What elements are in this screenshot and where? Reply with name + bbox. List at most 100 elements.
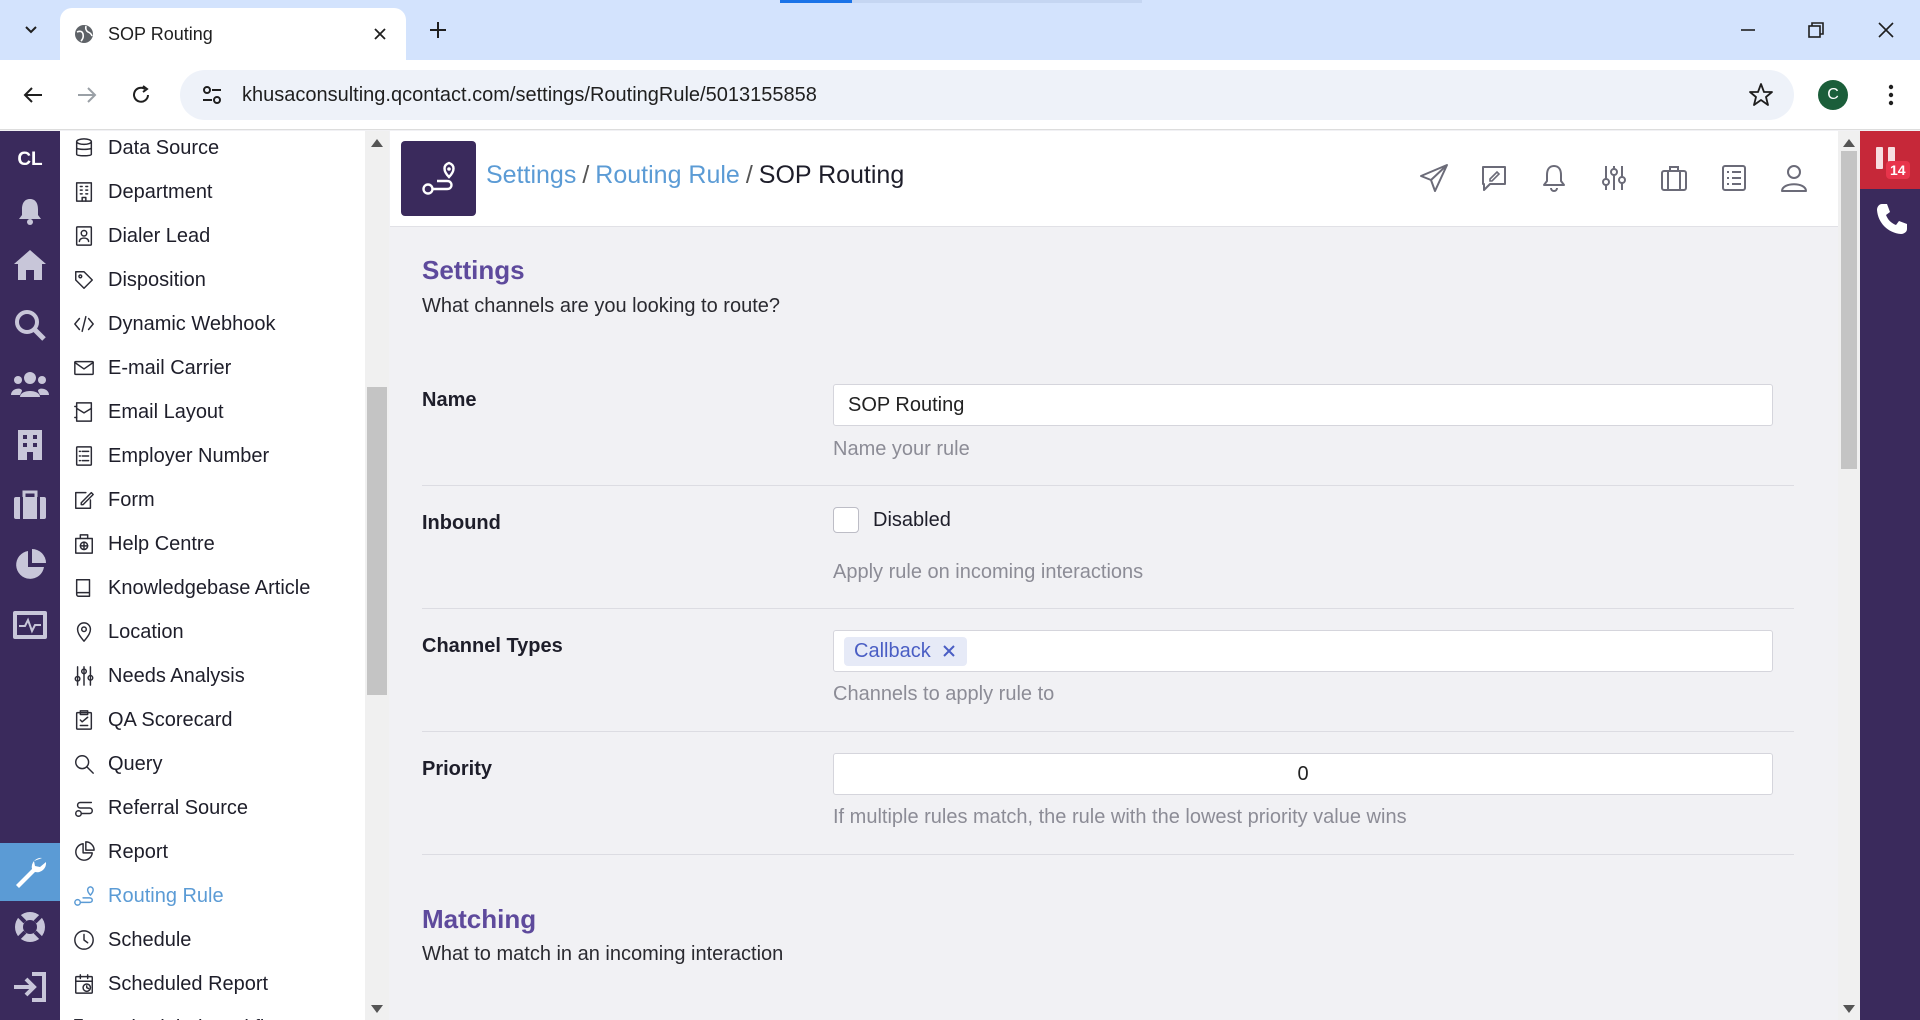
database-icon [72,136,96,160]
menu-item-referral-source[interactable]: Referral Source [60,786,365,830]
help-nav[interactable] [10,907,50,947]
search-nav[interactable] [10,305,50,345]
bookmark-star-icon[interactable] [1748,82,1774,108]
menu-item-form[interactable]: Form [60,478,365,522]
main-scroll-thumb[interactable] [1841,151,1857,469]
cases-button[interactable] [1657,161,1691,195]
bell-icon [19,199,41,225]
settings-nav[interactable] [0,843,60,901]
scroll-up-arrow[interactable] [1843,139,1855,147]
menu-item-dialer-lead[interactable]: Dialer Lead [60,214,365,258]
menu-item-label: Needs Analysis [108,664,245,687]
menu-item-location[interactable]: Location [60,610,365,654]
alerts-button[interactable] [1537,161,1571,195]
window-close-button[interactable] [1868,12,1904,48]
menu-item-department[interactable]: Department [60,170,365,214]
briefcase-icon [14,490,46,519]
menu-item-knowledgebase-article[interactable]: Knowledgebase Article [60,566,365,610]
menu-item-qa-scorecard[interactable]: QA Scorecard [60,698,365,742]
breadcrumb-settings[interactable]: Settings [486,161,576,189]
user-profile-button[interactable] [1777,161,1811,195]
building-icon [18,430,42,460]
back-button[interactable] [16,78,50,112]
notifications-nav[interactable] [10,191,50,231]
new-tab-button[interactable] [424,16,452,44]
restore-button[interactable] [1798,12,1834,48]
site-settings-icon[interactable] [200,83,224,107]
queue-alert[interactable]: 14 [1860,131,1920,189]
menu-item-employer-number[interactable]: Employer Number [60,434,365,478]
logout-nav[interactable] [10,967,50,1007]
divider [422,608,1794,609]
menu-item-email-layout[interactable]: Email Layout [60,390,365,434]
address-bar[interactable]: khusaconsulting.qcontact.com/settings/Ro… [180,70,1794,120]
list-icon [72,444,96,468]
channel-types-help: Channels to apply rule to [833,683,1055,705]
logout-icon [14,972,46,1002]
menu-item-label: Scheduled Report [108,972,269,995]
menu-item-scheduled-workflow[interactable]: Scheduled Workflow [60,1006,365,1020]
menu-item-scheduled-report[interactable]: Scheduled Report [60,962,365,1006]
menu-item-query[interactable]: Query [60,742,365,786]
scroll-down-arrow[interactable] [371,1005,383,1013]
channel-types-select[interactable]: Callback [833,630,1773,672]
scroll-up-arrow[interactable] [371,139,383,147]
dashboard-nav[interactable] [10,605,50,645]
active-tab[interactable]: SOP Routing [60,8,406,60]
menu-scroll-thumb[interactable] [367,387,387,695]
inbound-checkbox-label[interactable]: Disabled [873,509,951,532]
restore-icon [1808,22,1824,38]
scroll-down-arrow[interactable] [1843,1005,1855,1013]
chip-remove-button[interactable] [941,643,957,659]
menu-item-label: Routing Rule [108,884,224,907]
menu-item-e-mail-carrier[interactable]: E-mail Carrier [60,346,365,390]
cases-nav[interactable] [10,485,50,525]
search-icon [72,752,96,776]
priority-help: If multiple rules match, the rule with t… [833,806,1407,828]
tab-close-button[interactable] [368,22,392,46]
menu-item-dynamic-webhook[interactable]: Dynamic Webhook [60,302,365,346]
reports-nav[interactable] [10,545,50,585]
url-text[interactable]: khusaconsulting.qcontact.com/settings/Ro… [242,84,1748,107]
menu-item-data-source[interactable]: Data Source [60,131,365,170]
bell-icon [1543,165,1565,192]
tab-search-dropdown[interactable] [16,14,46,44]
notes-button[interactable] [1477,161,1511,195]
minimize-button[interactable] [1730,12,1766,48]
brand-logo: CL [17,149,43,170]
pie-chart-icon [16,549,46,579]
breadcrumb-routing-rule[interactable]: Routing Rule [595,161,740,189]
route-icon [72,884,96,908]
menu-item-report[interactable]: Report [60,830,365,874]
name-input[interactable]: SOP Routing [833,384,1773,426]
filters-button[interactable] [1597,161,1631,195]
inbound-checkbox[interactable] [833,507,859,533]
menu-scrollbar[interactable] [365,131,389,1020]
tab-strip-highlight [852,0,1142,3]
forward-button[interactable] [70,78,104,112]
list-button[interactable] [1717,161,1751,195]
menu-item-schedule[interactable]: Schedule [60,918,365,962]
organizations-nav[interactable] [10,425,50,465]
menu-item-routing-rule[interactable]: Routing Rule [60,874,365,918]
close-icon [374,28,386,40]
menu-item-label: Employer Number [108,444,270,467]
routing-rule-badge [401,141,476,216]
contact-card-icon [72,224,96,248]
menu-item-help-centre[interactable]: Help Centre [60,522,365,566]
app-nav-rail: CL [0,131,60,1020]
menu-item-needs-analysis[interactable]: Needs Analysis [60,654,365,698]
menu-item-disposition[interactable]: Disposition [60,258,365,302]
phone-icon[interactable] [1874,201,1910,237]
clock-icon [72,928,96,952]
profile-avatar[interactable]: C [1818,80,1848,110]
home-nav[interactable] [10,245,50,285]
browser-menu-button[interactable] [1876,80,1906,110]
divider [422,485,1794,486]
send-button[interactable] [1417,161,1451,195]
contacts-nav[interactable] [10,365,50,405]
route-icon [421,161,455,195]
reload-button[interactable] [124,78,158,112]
main-scrollbar[interactable] [1838,131,1860,1020]
priority-input[interactable]: 0 [833,753,1773,795]
